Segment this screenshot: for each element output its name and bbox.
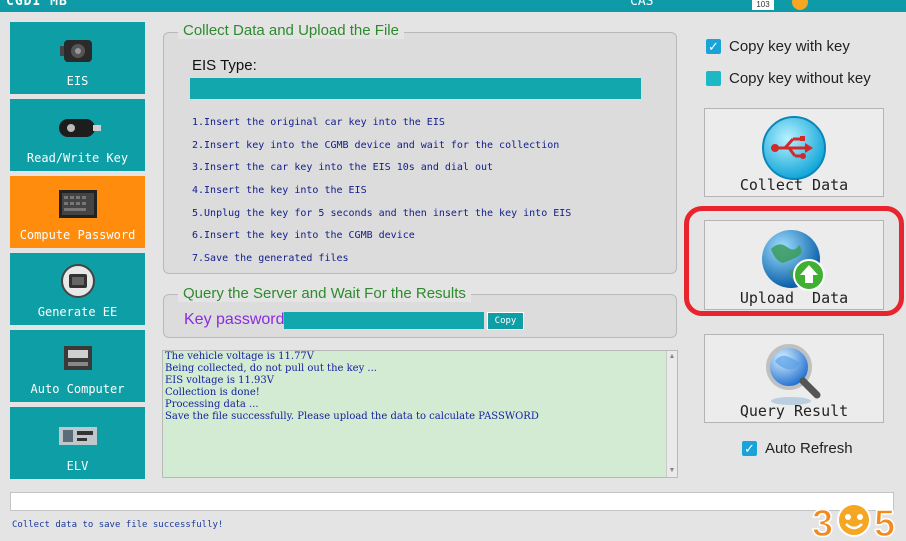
car-key-icon: [58, 119, 101, 137]
query-result-label: Query Result: [739, 402, 849, 420]
nav-label: Read/Write Key: [26, 151, 129, 165]
log-line: The vehicle voltage is 11.77V: [165, 351, 315, 362]
status-indicator-icon: [792, 0, 808, 10]
status-input[interactable]: [10, 492, 894, 511]
nav-label: EIS: [66, 74, 89, 88]
eis-type-field: [190, 78, 641, 99]
nav-label: Generate EE: [37, 305, 118, 319]
nav-item-elv[interactable]: ELV: [10, 407, 145, 479]
status-message: Collect data to save file successfully!: [12, 520, 224, 530]
key-password-label: Key password: [184, 311, 285, 328]
nav-item-generate-ee[interactable]: Generate EE: [10, 253, 145, 325]
svg-text:5: 5: [874, 503, 895, 541]
log-line: Processing data ...: [165, 399, 259, 410]
usb-icon: [762, 116, 826, 180]
cas-label: CAS: [630, 0, 654, 9]
upload-highlight-annotation: [684, 206, 904, 316]
version-badge: 103: [752, 0, 774, 10]
instruction-step: 7.Save the generated files: [192, 253, 349, 264]
eis-type-label: EIS Type:: [192, 57, 257, 74]
svg-text:3: 3: [812, 503, 833, 541]
instruction-step: 5.Unplug the key for 5 seconds and then …: [192, 208, 572, 219]
instruction-step: 4.Insert the key into the EIS: [192, 185, 367, 196]
log-scrollbar[interactable]: ▲ ▼: [666, 351, 677, 477]
nav-item-compute-password[interactable]: Compute Password: [10, 176, 145, 248]
scroll-down-icon[interactable]: ▼: [668, 467, 676, 475]
auto-refresh-checkbox[interactable]: ✓: [742, 441, 757, 456]
key-password-field[interactable]: [284, 312, 484, 329]
watermark-logo: 3 5: [811, 502, 896, 541]
instruction-step: 1.Insert the original car key into the E…: [192, 117, 445, 128]
nav-label: Compute Password: [19, 228, 136, 242]
query-legend: Query the Server and Wait For the Result…: [178, 285, 471, 302]
nav-item-eis[interactable]: EIS: [10, 22, 145, 94]
nav-label: Auto Computer: [30, 382, 125, 396]
eis-device-icon: [59, 40, 92, 62]
copy-with-key-checkbox[interactable]: ✓: [706, 39, 721, 54]
app-title: CGDI MB: [6, 0, 68, 9]
auto-refresh-label: Auto Refresh: [765, 440, 853, 457]
computer-chip-icon: [58, 190, 97, 218]
title-bar: CGDI MB CAS 103: [0, 0, 906, 12]
ecu-module-icon: [63, 346, 92, 370]
log-line: EIS voltage is 11.93V: [165, 375, 274, 386]
copy-button[interactable]: Copy: [487, 312, 524, 330]
collect-data-legend: Collect Data and Upload the File: [178, 22, 404, 39]
collect-data-button[interactable]: Collect Data: [704, 108, 884, 197]
copy-with-key-label: Copy key with key: [729, 38, 850, 55]
nav-label: ELV: [66, 459, 89, 473]
nav-item-auto-computer[interactable]: Auto Computer: [10, 330, 145, 402]
instruction-step: 2.Insert key into the CGMB device and wa…: [192, 140, 560, 151]
query-result-button[interactable]: Query Result: [704, 334, 884, 423]
elv-module-icon: [58, 427, 97, 445]
log-line: Collection is done!: [165, 387, 260, 398]
scroll-up-icon[interactable]: ▲: [668, 353, 676, 361]
collect-data-label: Collect Data: [739, 176, 849, 194]
globe-search-icon: [766, 344, 821, 405]
chip-icon: [60, 264, 95, 298]
nav-item-read-write-key[interactable]: Read/Write Key: [10, 99, 145, 171]
log-output[interactable]: The vehicle voltage is 11.77V Being coll…: [162, 350, 678, 478]
instruction-step: 3.Insert the car key into the EIS 10s an…: [192, 162, 494, 173]
copy-without-key-label: Copy key without key: [729, 70, 871, 87]
log-line: Being collected, do not pull out the key…: [165, 363, 377, 374]
log-line: Save the file successfully. Please uploa…: [165, 411, 539, 422]
copy-without-key-checkbox[interactable]: [706, 71, 721, 86]
instruction-step: 6.Insert the key into the CGMB device: [192, 230, 415, 241]
